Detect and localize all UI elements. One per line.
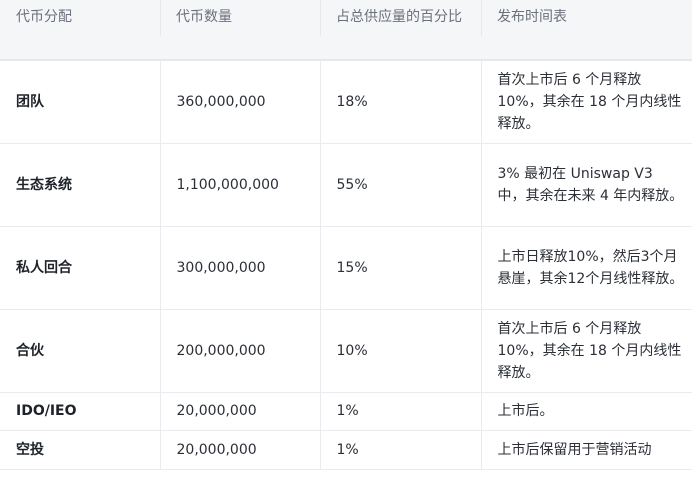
table-row: 合伙 200,000,000 10% 首次上市后 6 个月释放 10%，其余在 … [0, 309, 692, 393]
table-row: 私人回合 300,000,000 15% 上市日释放10%，然后3个月悬崖，其余… [0, 226, 692, 310]
row-name: 私人回合 [0, 226, 160, 310]
row-name: IDO/IEO [0, 392, 160, 431]
row-schedule: 上市日释放10%，然后3个月悬崖，其余12个月线性释放。 [480, 226, 692, 310]
row-amount: 1,100,000,000 [159, 143, 320, 227]
row-percent: 10% [319, 309, 481, 393]
row-amount: 200,000,000 [159, 309, 320, 393]
row-percent: 18% [319, 60, 481, 144]
row-schedule: 首次上市后 6 个月释放 10%，其余在 18 个月内线性释放。 [480, 60, 692, 144]
header-percent: 占总供应量的百分比 [320, 0, 481, 61]
row-percent: 1% [319, 430, 481, 470]
table-header: 代币分配 代币数量 占总供应量的百分比 发布时间表 [0, 0, 692, 61]
table-body: 团队 360,000,000 18% 首次上市后 6 个月释放 10%，其余在 … [0, 60, 692, 470]
table-row: 生态系统 1,100,000,000 55% 3% 最初在 Uniswap V3… [0, 143, 692, 227]
header-amount: 代币数量 [160, 0, 320, 61]
row-amount: 300,000,000 [159, 226, 320, 310]
row-amount: 20,000,000 [159, 430, 320, 470]
row-schedule: 上市后。 [480, 392, 692, 431]
token-allocation-table-container: 代币分配 代币数量 占总供应量的百分比 发布时间表 团队 360,000,000… [0, 0, 692, 480]
row-name: 团队 [0, 60, 160, 144]
token-allocation-table: 代币分配 代币数量 占总供应量的百分比 发布时间表 团队 360,000,000… [0, 0, 692, 470]
table-row: 空投 20,000,000 1% 上市后保留用于营销活动 [0, 430, 692, 470]
row-percent: 55% [319, 143, 481, 227]
row-schedule: 上市后保留用于营销活动 [480, 430, 692, 470]
row-schedule: 3% 最初在 Uniswap V3 中，其余在未来 4 年内释放。 [480, 143, 692, 227]
row-name: 合伙 [0, 309, 160, 393]
row-amount: 20,000,000 [159, 392, 320, 431]
header-schedule: 发布时间表 [481, 0, 692, 61]
table-row: 团队 360,000,000 18% 首次上市后 6 个月释放 10%，其余在 … [0, 60, 692, 144]
row-amount: 360,000,000 [159, 60, 320, 144]
row-name: 空投 [0, 430, 160, 470]
header-allocation: 代币分配 [0, 0, 160, 61]
row-percent: 15% [319, 226, 481, 310]
row-percent: 1% [319, 392, 481, 431]
row-schedule: 首次上市后 6 个月释放 10%，其余在 18 个月内线性释放。 [480, 309, 692, 393]
row-name: 生态系统 [0, 143, 160, 227]
table-row: IDO/IEO 20,000,000 1% 上市后。 [0, 392, 692, 431]
header-row: 代币分配 代币数量 占总供应量的百分比 发布时间表 [0, 0, 692, 61]
